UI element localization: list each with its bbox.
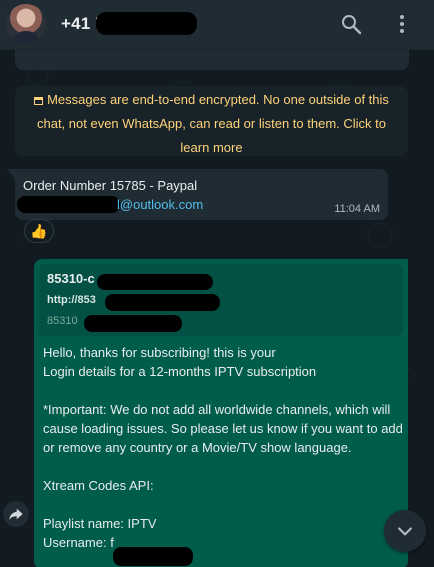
chevron-down-icon (398, 527, 412, 536)
email-link[interactable]: l@outlook.com (117, 197, 203, 212)
quote-url: http://853 (47, 294, 96, 306)
lock-icon (34, 97, 44, 105)
redacted-phone-number (96, 12, 197, 35)
redacted-quote-number (84, 315, 182, 332)
outgoing-message-bubble[interactable]: 85310-c http://853 85310 Hello, thanks f… (34, 259, 408, 567)
redacted-email-prefix (17, 196, 120, 213)
quoted-link-preview[interactable]: 85310-c http://853 85310 (39, 264, 403, 336)
encryption-notice[interactable]: Messages are end-to-end encrypted. No on… (15, 86, 408, 156)
encryption-text: Messages are end-to-end encrypted. No on… (36, 92, 389, 155)
search-icon (342, 15, 362, 35)
redacted-quote-url (105, 294, 220, 311)
redacted-quote-title (97, 274, 213, 290)
incoming-message-bubble[interactable]: Order Number 15785 - Paypal l@outlook.co… (7, 169, 388, 220)
chat-header: +41 7 (0, 0, 434, 50)
search-button[interactable] (338, 11, 364, 37)
forward-message-button[interactable] (3, 501, 29, 527)
message-list[interactable]: Messages are end-to-end encrypted. No on… (0, 50, 434, 567)
thumbs-up-reaction[interactable]: 👍 (24, 219, 54, 243)
more-vertical-icon (400, 15, 404, 33)
quote-title: 85310-c (47, 271, 95, 286)
redacted-username (113, 547, 193, 566)
quote-number: 85310 (47, 315, 78, 327)
previous-message-edge (15, 50, 409, 70)
forward-icon (9, 508, 23, 520)
order-number-text: Order Number 15785 - Paypal (23, 178, 198, 193)
contact-avatar[interactable] (6, 4, 46, 44)
message-time: 11:04 AM (334, 203, 380, 215)
scroll-down-button[interactable] (384, 510, 426, 552)
menu-button[interactable] (389, 11, 415, 37)
subscription-message-text: Hello, thanks for subscribing! this is y… (43, 345, 403, 550)
